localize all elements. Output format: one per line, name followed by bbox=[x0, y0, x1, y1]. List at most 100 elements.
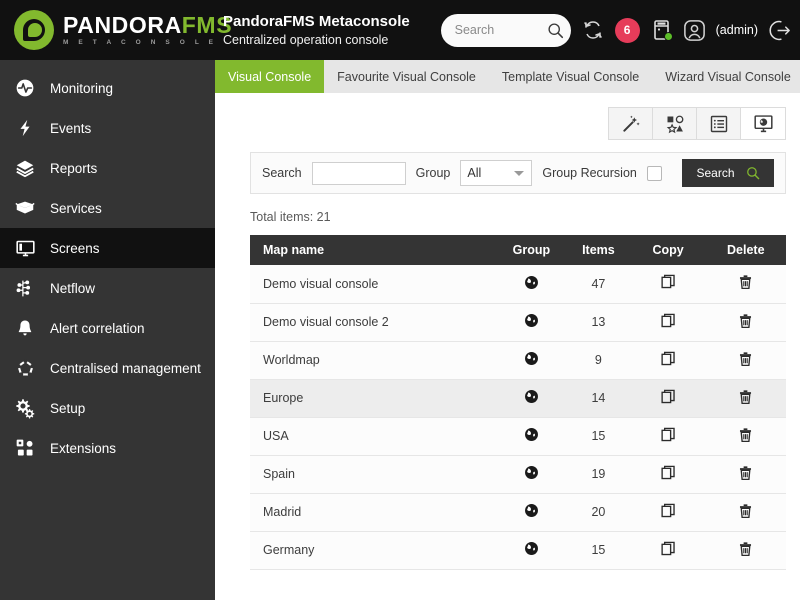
globe-icon[interactable] bbox=[523, 312, 540, 329]
table-row[interactable]: Spain 19 bbox=[250, 455, 786, 494]
header-search-box[interactable] bbox=[440, 13, 571, 47]
brand-logo[interactable]: PANDORAFMS M E T A C O N S O L E bbox=[0, 10, 232, 50]
sidebar-item-monitoring[interactable]: Monitoring bbox=[0, 68, 215, 108]
cell-group bbox=[496, 417, 567, 456]
column-header-delete[interactable]: Delete bbox=[705, 235, 786, 265]
table-row[interactable]: Germany 15 bbox=[250, 531, 786, 570]
sidebar-item-alert-correlation[interactable]: Alert correlation bbox=[0, 308, 215, 348]
view-toolbar-group bbox=[608, 107, 786, 140]
sidebar-item-extensions[interactable]: Extensions bbox=[0, 428, 215, 468]
cell-map-name[interactable]: USA bbox=[250, 417, 497, 456]
content-area: Visual Console Favourite Visual Console … bbox=[215, 60, 800, 600]
globe-icon[interactable] bbox=[523, 350, 540, 367]
sidebar-item-events[interactable]: Events bbox=[0, 108, 215, 148]
magic-wand-icon[interactable] bbox=[609, 108, 653, 139]
brand-wordmark: PANDORAFMS M E T A C O N S O L E bbox=[63, 13, 232, 47]
search-button[interactable]: Search bbox=[682, 159, 774, 187]
trash-icon[interactable] bbox=[737, 502, 754, 520]
cell-group bbox=[496, 455, 567, 494]
cell-items: 15 bbox=[566, 531, 631, 570]
tab-favourite-visual-console[interactable]: Favourite Visual Console bbox=[324, 60, 489, 93]
sidebar-item-screens[interactable]: Screens bbox=[0, 228, 215, 268]
copy-icon[interactable] bbox=[660, 426, 677, 444]
column-header-items[interactable]: Items bbox=[566, 235, 631, 265]
table-row[interactable]: USA 15 bbox=[250, 417, 786, 456]
cell-delete bbox=[705, 455, 786, 494]
copy-icon[interactable] bbox=[660, 388, 677, 406]
tab-wizard-visual-console[interactable]: Wizard Visual Console bbox=[652, 60, 800, 93]
globe-icon[interactable] bbox=[523, 426, 540, 443]
trash-icon[interactable] bbox=[737, 273, 754, 291]
trash-icon[interactable] bbox=[737, 312, 754, 330]
globe-icon[interactable] bbox=[523, 274, 540, 291]
trash-icon[interactable] bbox=[737, 388, 754, 406]
layers-icon bbox=[14, 157, 36, 179]
table-row[interactable]: Madrid 20 bbox=[250, 493, 786, 532]
cell-copy bbox=[630, 455, 706, 494]
sidebar-item-reports[interactable]: Reports bbox=[0, 148, 215, 188]
sidebar-item-setup[interactable]: Setup bbox=[0, 388, 215, 428]
globe-icon[interactable] bbox=[523, 464, 540, 481]
gears-icon bbox=[14, 397, 36, 419]
username-label: (admin) bbox=[715, 23, 758, 37]
logout-icon[interactable] bbox=[767, 18, 792, 43]
sidebar-item-centralised-management[interactable]: Centralised management bbox=[0, 348, 215, 388]
cell-map-name[interactable]: Germany bbox=[250, 531, 497, 570]
cell-map-name[interactable]: Europe bbox=[250, 379, 497, 418]
visual-console-monitor-icon[interactable] bbox=[741, 108, 785, 139]
shapes-icon[interactable] bbox=[653, 108, 697, 139]
column-header-copy[interactable]: Copy bbox=[630, 235, 706, 265]
trash-icon[interactable] bbox=[737, 464, 754, 482]
copy-icon[interactable] bbox=[660, 273, 677, 291]
sidebar-item-label: Setup bbox=[50, 400, 86, 416]
copy-icon[interactable] bbox=[660, 502, 677, 520]
cell-map-name[interactable]: Madrid bbox=[250, 493, 497, 532]
globe-icon[interactable] bbox=[523, 388, 540, 405]
column-header-group[interactable]: Group bbox=[496, 235, 567, 265]
tab-bar: Visual Console Favourite Visual Console … bbox=[215, 60, 800, 93]
sidebar-item-services[interactable]: Services bbox=[0, 188, 215, 228]
cell-copy bbox=[630, 531, 706, 570]
cell-copy bbox=[630, 417, 706, 456]
chevron-down-icon bbox=[514, 171, 525, 176]
trash-icon[interactable] bbox=[737, 540, 754, 558]
copy-icon[interactable] bbox=[660, 350, 677, 368]
table-row[interactable]: Demo visual console 47 bbox=[250, 265, 786, 304]
group-recursion-checkbox[interactable] bbox=[646, 165, 662, 181]
filter-search-input[interactable] bbox=[311, 161, 406, 185]
copy-icon[interactable] bbox=[660, 312, 677, 330]
globe-icon[interactable] bbox=[523, 540, 540, 557]
user-avatar-icon[interactable] bbox=[682, 18, 707, 43]
globe-icon[interactable] bbox=[523, 502, 540, 519]
copy-icon[interactable] bbox=[660, 464, 677, 482]
cell-map-name[interactable]: Worldmap bbox=[250, 341, 497, 380]
alert-count-badge[interactable]: 6 bbox=[614, 17, 640, 43]
search-icon[interactable] bbox=[547, 22, 564, 39]
application-window: PANDORAFMS M E T A C O N S O L E Pandora… bbox=[0, 0, 800, 600]
trash-icon[interactable] bbox=[737, 350, 754, 368]
visual-console-table: Map name Group Items Copy Delete Demo vi… bbox=[250, 235, 786, 570]
cell-delete bbox=[705, 265, 786, 304]
tab-template-visual-console[interactable]: Template Visual Console bbox=[489, 60, 652, 93]
search-icon bbox=[746, 166, 760, 180]
group-select[interactable]: All bbox=[460, 160, 533, 186]
table-row[interactable]: Europe 14 bbox=[250, 379, 786, 418]
cell-map-name[interactable]: Spain bbox=[250, 455, 497, 494]
cell-copy bbox=[630, 379, 706, 418]
cell-map-name[interactable]: Demo visual console bbox=[250, 265, 497, 304]
refresh-sync-icon[interactable] bbox=[580, 17, 606, 43]
tab-visual-console[interactable]: Visual Console bbox=[215, 60, 325, 93]
table-row[interactable]: Demo visual console 2 13 bbox=[250, 303, 786, 342]
sidebar-item-netflow[interactable]: Netflow bbox=[0, 268, 215, 308]
main-body: Monitoring Events Reports Services Scree… bbox=[0, 60, 800, 600]
cell-copy bbox=[630, 303, 706, 342]
list-view-icon[interactable] bbox=[697, 108, 741, 139]
copy-icon[interactable] bbox=[660, 540, 677, 558]
sidebar-item-label: Screens bbox=[50, 240, 100, 256]
cell-map-name[interactable]: Demo visual console 2 bbox=[250, 303, 497, 342]
trash-icon[interactable] bbox=[737, 426, 754, 444]
column-header-map-name[interactable]: Map name bbox=[250, 235, 497, 265]
table-row[interactable]: Worldmap 9 bbox=[250, 341, 786, 380]
header-search-input[interactable] bbox=[454, 23, 547, 37]
server-status-icon[interactable] bbox=[649, 18, 673, 42]
